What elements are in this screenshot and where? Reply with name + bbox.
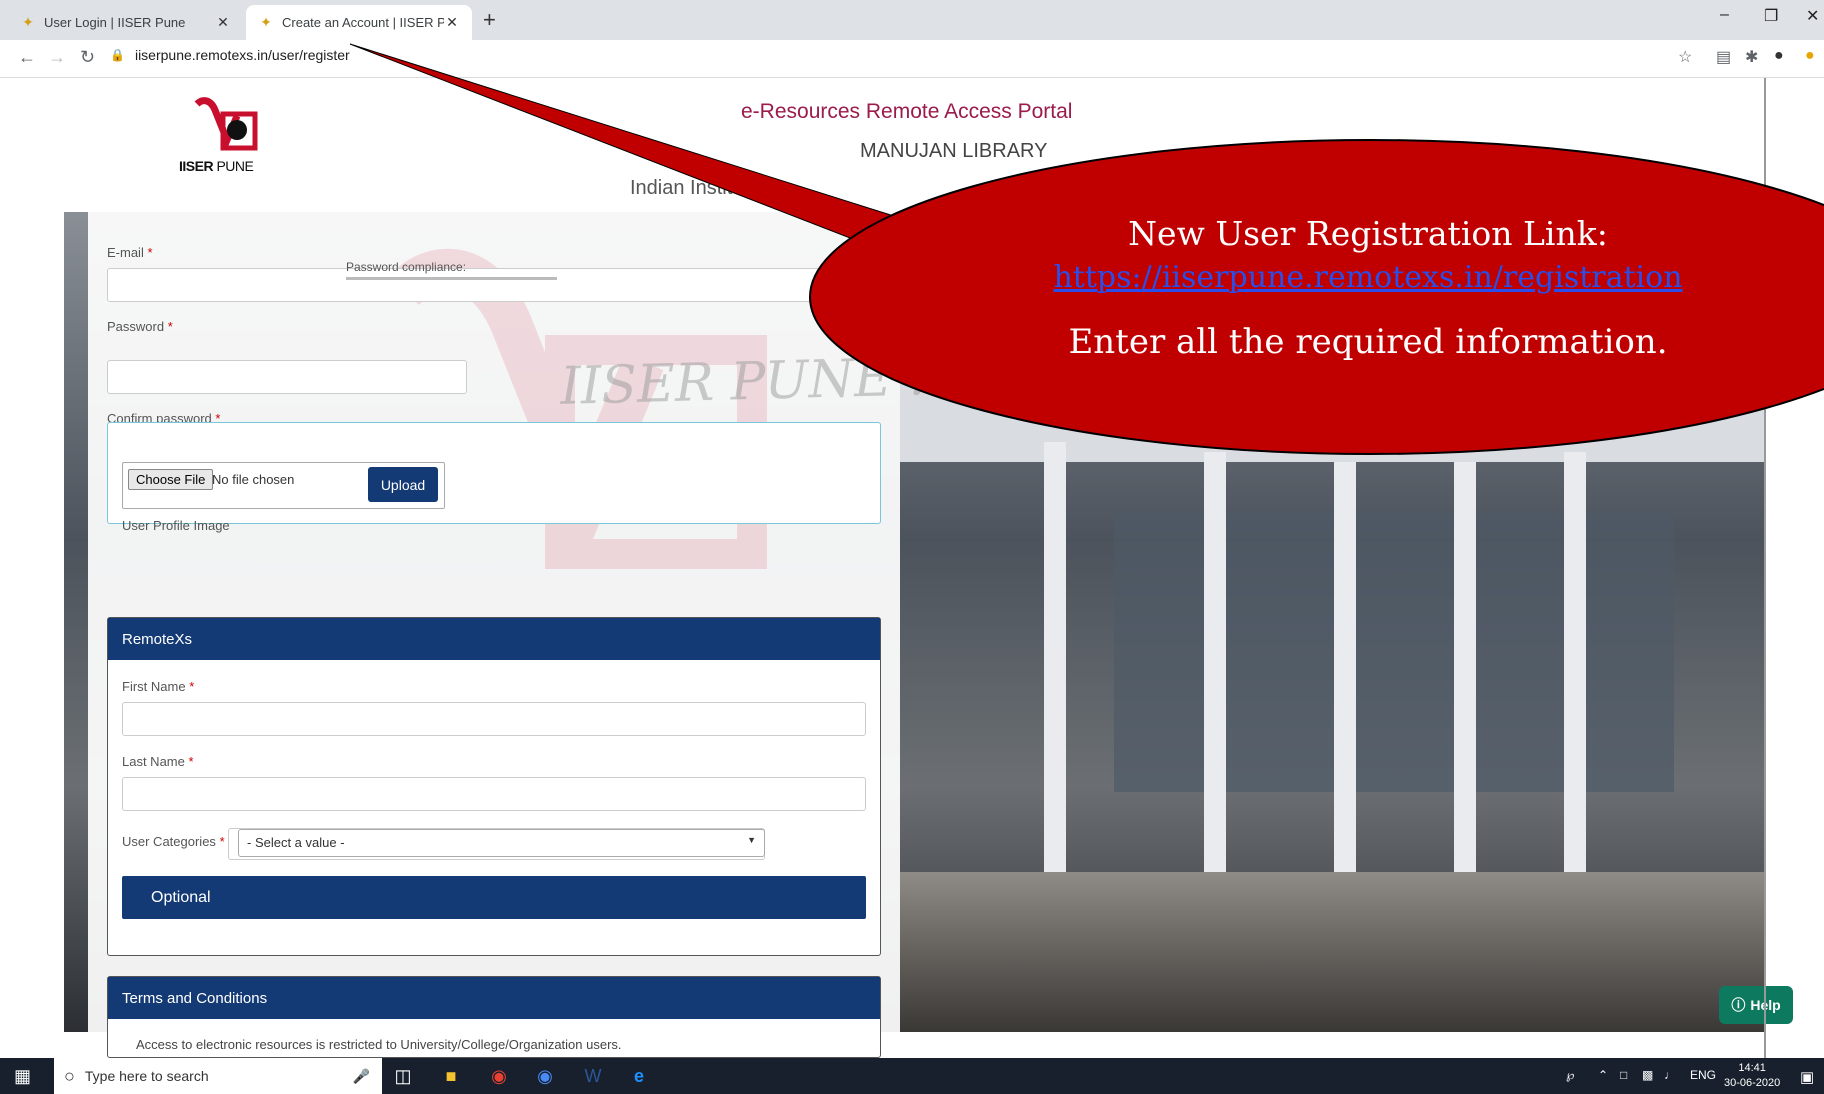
optional-section-toggle[interactable]: Optional [122,876,866,919]
password-compliance-label: Password compliance: [346,260,467,274]
network-icon[interactable]: □ [1620,1068,1627,1082]
pillar [1564,452,1586,912]
lock-icon: 🔒 [110,48,125,62]
file-explorer-icon[interactable]: ■ [438,1064,464,1088]
reader-icon[interactable]: ▤ [1716,47,1731,67]
restore-icon[interactable]: ❐ [1764,6,1778,26]
site-header: IISER PUNE e-Resources Remote Access Por… [64,78,1764,212]
pillar [1334,462,1356,912]
logo-mark-icon [194,97,258,151]
battery-icon[interactable]: ▩ [1642,1068,1653,1082]
user-categories-label: User Categories * [122,834,225,849]
edge-icon[interactable]: e [626,1064,652,1088]
help-button[interactable]: ⓘHelp [1719,986,1793,1024]
question-icon: ⓘ [1731,997,1746,1013]
first-name-input[interactable] [122,702,866,736]
taskbar-search[interactable]: ○ Type here to search 🎤 [54,1058,382,1094]
chrome-profile-icon[interactable]: ◉ [532,1064,558,1088]
people-icon[interactable]: ℘ [1566,1068,1574,1082]
glass-wall [1114,512,1674,792]
reload-icon[interactable]: ↻ [80,47,95,68]
last-name-label: Last Name * [122,754,194,769]
new-tab-icon[interactable]: + [483,8,496,32]
email-input[interactable] [107,268,881,302]
library-name: MANUJAN LIBRARY [860,140,1048,162]
upload-button[interactable]: Upload [368,467,438,502]
extensions-icon[interactable]: ✱ [1745,47,1758,67]
scrollbar[interactable] [1764,78,1766,1058]
minimize-icon[interactable]: – [1720,6,1729,24]
email-label: E-mail * [107,245,153,260]
first-name-label: First Name * [122,679,195,694]
close-icon[interactable]: ✕ [215,14,231,31]
url-text: iiserpune.remotexs.in/user/register [134,47,350,63]
callout-instruction: Enter all the required information. [1068,322,1668,362]
window-close-icon[interactable]: ✕ [1806,6,1819,26]
user-categories-select[interactable]: - Select a value - ▼ [238,829,765,857]
task-view-icon[interactable]: ◫ [390,1064,416,1088]
iiser-logo[interactable]: IISER PUNE [179,96,279,176]
no-file-text: No file chosen [212,472,295,487]
favicon-icon: ✦ [22,14,34,30]
password-input[interactable] [107,360,467,394]
profile-image-label: User Profile Image [122,518,230,533]
browser-tab-bar: ✦ User Login | IISER Pune ✕ ✦ Create an … [0,0,1824,40]
tab-title: Create an Account | IISER Pune [282,15,444,30]
institute-name: Indian Institute o [630,177,777,199]
windows-taskbar: ▦ ○ Type here to search 🎤 ◫ ■ ◉ ◉ W e ℘ … [0,1058,1824,1094]
tab-create-account[interactable]: ✦ Create an Account | IISER Pune ✕ [246,5,472,40]
microphone-icon[interactable]: 🎤 [353,1068,370,1085]
update-icon[interactable]: ● [1805,47,1815,65]
language-indicator[interactable]: ENG [1690,1068,1716,1082]
clock[interactable]: 14:41 30-06-2020 [1724,1061,1780,1091]
password-strength-bar [346,277,557,280]
word-icon[interactable]: W [580,1064,606,1088]
floor [900,872,1764,1032]
chevron-down-icon: ▼ [747,835,756,845]
star-icon[interactable]: ☆ [1678,47,1692,67]
tray-chevron-icon[interactable]: ⌃ [1598,1068,1608,1082]
favicon-icon: ✦ [260,14,272,30]
callout-heading: New User Registration Link: [1128,214,1608,253]
password-label: Password * [107,319,173,334]
url-field[interactable]: 🔒 iiserpune.remotexs.in/user/register [110,47,350,63]
portal-title: e-Resources Remote Access Portal [741,100,1073,123]
pillar [1204,452,1226,912]
search-placeholder: Type here to search [84,1068,209,1084]
notifications-icon[interactable]: ▣ [1800,1068,1814,1086]
close-icon[interactable]: ✕ [444,14,460,31]
forward-icon[interactable]: → [48,47,66,68]
back-icon[interactable]: ← [18,47,36,68]
pillar [1454,462,1476,912]
search-icon: ○ [64,1065,75,1086]
terms-section-header: Terms and Conditions [108,977,880,1019]
tab-title: User Login | IISER Pune [44,15,186,30]
registration-link[interactable]: https://iiserpune.remotexs.in/registrati… [1018,260,1718,295]
avatar[interactable]: ● [1774,47,1784,65]
pillar [1044,442,1066,912]
logo-text: IISER PUNE [179,158,254,174]
windows-start-icon[interactable]: ▦ [14,1066,31,1087]
volume-icon[interactable]: ♩ [1664,1068,1676,1082]
remotexs-section-header: RemoteXs [108,618,880,660]
chrome-icon[interactable]: ◉ [486,1064,512,1088]
tab-user-login[interactable]: ✦ User Login | IISER Pune ✕ [8,5,243,40]
terms-text: Access to electronic resources is restri… [136,1037,622,1052]
last-name-input[interactable] [122,777,866,811]
choose-file-button[interactable]: Choose File [128,469,214,490]
